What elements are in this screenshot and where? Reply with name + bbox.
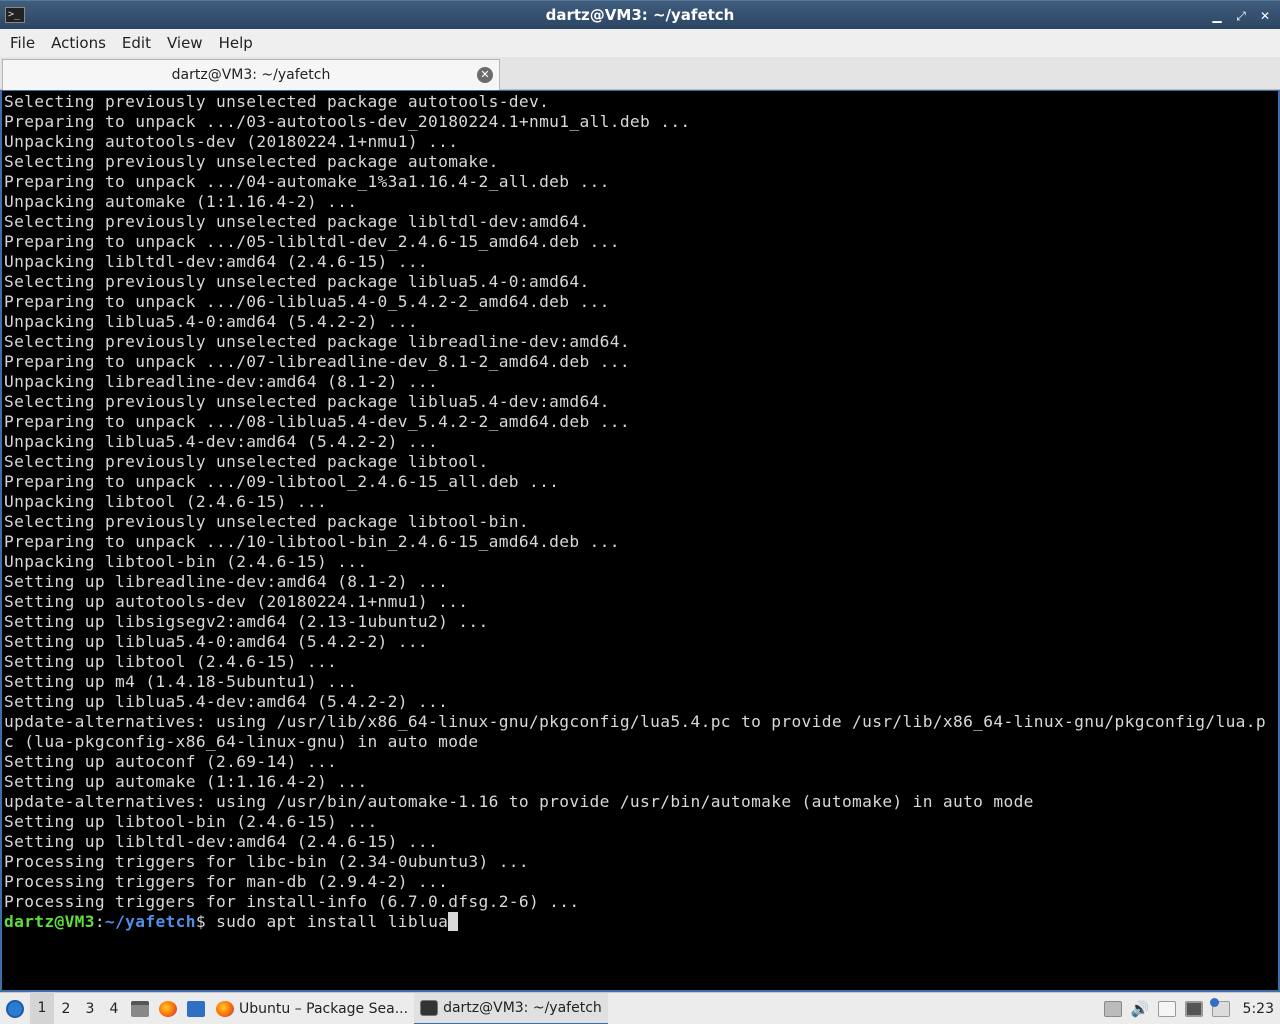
task-firefox[interactable]: Ubuntu – Package Sea... <box>210 993 414 1024</box>
terminal-line: Processing triggers for install-info (6.… <box>4 892 580 911</box>
terminal-line: Unpacking libreadline-dev:amd64 (8.1-2) … <box>4 372 439 391</box>
terminal-view[interactable]: Selecting previously unselected package … <box>0 90 1280 992</box>
terminal-line: Setting up libreadline-dev:amd64 (8.1-2)… <box>4 572 449 591</box>
desktop-icon <box>187 1000 205 1017</box>
launch-files[interactable] <box>126 993 154 1024</box>
task-label: dartz@VM3: ~/yafetch <box>443 999 602 1016</box>
terminal-prompt-line[interactable]: dartz@VM3:~/yafetch$ sudo apt install li… <box>4 912 1264 932</box>
tab-close-icon[interactable]: ✕ <box>477 67 493 83</box>
terminal-line: Setting up liblua5.4-0:amd64 (5.4.2-2) .… <box>4 632 429 651</box>
terminal-line: Selecting previously unselected package … <box>4 392 610 411</box>
launch-firefox[interactable] <box>154 993 182 1024</box>
terminal-line: Setting up libltdl-dev:amd64 (2.4.6-15) … <box>4 832 439 851</box>
terminal-line: Preparing to unpack .../07-libreadline-d… <box>4 352 630 371</box>
task-label: Ubuntu – Package Sea... <box>239 1000 409 1017</box>
terminal-line: c (lua-pkgconfig-x86_64-linux-gnu) in au… <box>4 732 479 751</box>
terminal-line: Unpacking liblua5.4-dev:amd64 (5.4.2-2) … <box>4 432 439 451</box>
desktop-2[interactable]: 2 <box>54 993 78 1024</box>
firefox-icon <box>159 1000 177 1017</box>
terminal-line: update-alternatives: using /usr/lib/x86_… <box>4 712 1266 731</box>
taskbar: 1 2 3 4 Ubuntu – Package Sea... dartz@VM… <box>0 991 1280 1024</box>
prompt-separator: : <box>94 912 105 931</box>
terminal-line: Setting up liblua5.4-dev:amd64 (5.4.2-2)… <box>4 692 449 711</box>
terminal-line: Unpacking libtool-bin (2.4.6-15) ... <box>4 552 368 571</box>
desktop-3[interactable]: 3 <box>78 993 102 1024</box>
terminal-line: Unpacking libtool (2.4.6-15) ... <box>4 492 328 511</box>
menu-edit[interactable]: Edit <box>114 29 159 57</box>
window-titlebar[interactable]: >_ dartz@VM3: ~/yafetch ▁ ⤢ ✕ <box>0 0 1280 29</box>
text-cursor <box>448 912 459 931</box>
system-tray: 🔊 5:23 <box>1103 993 1280 1024</box>
terminal-line: Preparing to unpack .../03-autotools-dev… <box>4 112 691 131</box>
terminal-line: Selecting previously unselected package … <box>4 272 590 291</box>
task-terminal[interactable]: dartz@VM3: ~/yafetch <box>414 992 608 1024</box>
terminal-line: Processing triggers for libc-bin (2.34-0… <box>4 852 529 871</box>
files-icon <box>131 1000 149 1017</box>
prompt-user-host: dartz@VM3 <box>4 912 95 931</box>
tab-bar: dartz@VM3: ~/yafetch ✕ <box>0 57 1280 90</box>
clipboard-icon[interactable] <box>1157 1001 1176 1017</box>
terminal-line: Preparing to unpack .../09-libtool_2.4.6… <box>4 472 560 491</box>
terminal-line: Setting up m4 (1.4.18-5ubuntu1) ... <box>4 672 358 691</box>
terminal-line: Setting up libtool (2.4.6-15) ... <box>4 652 338 671</box>
launch-show-desktop[interactable] <box>182 993 210 1024</box>
terminal-line: Selecting previously unselected package … <box>4 92 550 111</box>
update-notifier-icon[interactable] <box>1209 998 1230 1017</box>
terminal-line: Unpacking automake (1:1.16.4-2) ... <box>4 192 358 211</box>
terminal-line: Selecting previously unselected package … <box>4 332 630 351</box>
window-title: dartz@VM3: ~/yafetch <box>545 5 735 24</box>
terminal-line: Unpacking libltdl-dev:amd64 (2.4.6-15) .… <box>4 252 429 271</box>
terminal-line: Preparing to unpack .../08-liblua5.4-dev… <box>4 412 630 431</box>
tab-label: dartz@VM3: ~/yafetch <box>171 67 331 83</box>
prompt-symbol: $ <box>195 912 206 931</box>
volume-icon[interactable]: 🔊 <box>1131 1001 1150 1017</box>
prompt-path: ~/yafetch <box>104 912 196 931</box>
terminal-line: Setting up libsigsegv2:amd64 (2.13-1ubun… <box>4 612 489 631</box>
storage-icon[interactable] <box>1103 1001 1122 1017</box>
start-menu-button[interactable] <box>0 993 30 1024</box>
lubuntu-logo-icon <box>6 999 24 1018</box>
desktop-1[interactable]: 1 <box>30 991 54 1024</box>
terminal-line: Setting up autoconf (2.69-14) ... <box>4 752 338 771</box>
menu-help[interactable]: Help <box>211 29 261 57</box>
terminal-line: Unpacking liblua5.4-0:amd64 (5.4.2-2) ..… <box>4 312 418 331</box>
terminal-line: Setting up automake (1:1.16.4-2) ... <box>4 772 368 791</box>
terminal-line: Selecting previously unselected package … <box>4 452 489 471</box>
window-controls: ▁ ⤢ ✕ <box>1210 1 1272 30</box>
network-icon[interactable] <box>1184 1001 1203 1017</box>
terminal-line: Preparing to unpack .../10-libtool-bin_2… <box>4 532 620 551</box>
maximize-icon[interactable]: ⤢ <box>1234 9 1248 23</box>
terminal-line: Setting up autotools-dev (20180224.1+nmu… <box>4 592 469 611</box>
minimize-icon[interactable]: ▁ <box>1210 9 1224 23</box>
menu-actions[interactable]: Actions <box>43 29 114 57</box>
terminal-line: Unpacking autotools-dev (20180224.1+nmu1… <box>4 132 459 151</box>
desktop-4[interactable]: 4 <box>102 993 126 1024</box>
tab-terminal[interactable]: dartz@VM3: ~/yafetch ✕ <box>2 59 500 90</box>
menu-bar: File Actions Edit View Help <box>0 29 1280 57</box>
terminal-output: Selecting previously unselected package … <box>4 92 1266 932</box>
terminal-line: update-alternatives: using /usr/bin/auto… <box>4 792 1034 811</box>
typed-command: sudo apt install liblua <box>205 912 449 931</box>
firefox-icon <box>216 1000 234 1017</box>
terminal-icon <box>420 999 439 1016</box>
menu-view[interactable]: View <box>159 29 211 57</box>
terminal-line: Preparing to unpack .../04-automake_1%3a… <box>4 172 610 191</box>
terminal-line: Preparing to unpack .../06-liblua5.4-0_5… <box>4 292 610 311</box>
terminal-line: Setting up libtool-bin (2.4.6-15) ... <box>4 812 378 831</box>
close-icon[interactable]: ✕ <box>1258 9 1272 23</box>
terminal-line: Selecting previously unselected package … <box>4 152 499 171</box>
menu-file[interactable]: File <box>2 29 43 57</box>
terminal-line: Selecting previously unselected package … <box>4 212 590 231</box>
terminal-line: Selecting previously unselected package … <box>4 512 529 531</box>
terminal-line: Preparing to unpack .../05-libltdl-dev_2… <box>4 232 620 251</box>
terminal-line: Processing triggers for man-db (2.9.4-2)… <box>4 872 449 891</box>
clock: 5:23 <box>1242 1001 1274 1017</box>
